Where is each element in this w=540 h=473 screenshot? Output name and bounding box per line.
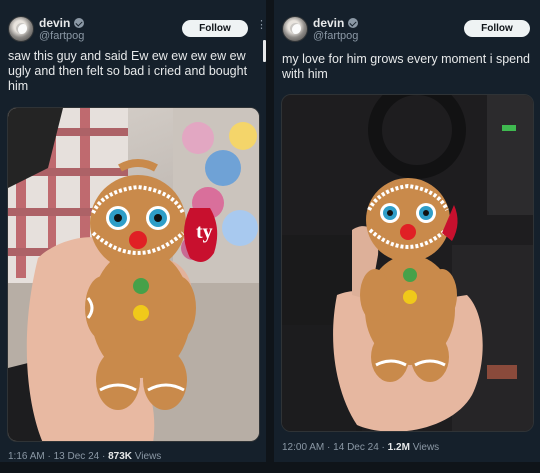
verified-badge-icon: [74, 18, 85, 28]
tweet-card-right[interactable]: devin @fartpog Follow ⋮ my love for him …: [274, 0, 540, 462]
tweet-card-left[interactable]: devin @fartpog Follow ⋮ saw this guy and…: [0, 0, 266, 462]
tweet-time[interactable]: 12:00 AM: [282, 442, 324, 453]
gingerbread-plush: [85, 159, 196, 410]
tweet-meta: 1:16 AM · 13 Dec 24 · 873K Views: [8, 451, 161, 462]
tweet-time[interactable]: 1:16 AM: [8, 451, 45, 462]
tweet-meta: 12:00 AM · 14 Dec 24 · 1.2M Views: [282, 442, 439, 453]
more-options-icon[interactable]: ⋮: [536, 20, 540, 31]
views-count: 873K: [108, 451, 133, 462]
views-label: Views: [412, 442, 440, 453]
tweet-header: devin @fartpog Follow ⋮: [8, 14, 266, 46]
tweet-date[interactable]: 14 Dec 24: [333, 442, 379, 453]
author-handle[interactable]: @fartpog: [39, 30, 84, 42]
author-name-row[interactable]: devin: [39, 16, 85, 30]
photo-gingerbread-plush-store: ty: [8, 108, 259, 441]
meta-separator: ·: [327, 442, 331, 453]
ty-tag-label: ty: [196, 221, 213, 243]
tweet-header: devin @fartpog Follow ⋮: [282, 14, 540, 46]
views-label: Views: [134, 451, 162, 462]
more-options-icon[interactable]: ⋮: [256, 20, 266, 31]
author-handle[interactable]: @fartpog: [313, 30, 358, 42]
photo-gingerbread-plush-car: [282, 95, 533, 431]
ty-tag-icon: ty: [184, 208, 218, 262]
column-divider: [266, 0, 274, 473]
author-name[interactable]: devin: [313, 16, 344, 30]
tweet-photo[interactable]: ty: [7, 107, 260, 442]
views-count: 1.2M: [387, 442, 410, 453]
author-name[interactable]: devin: [39, 16, 70, 30]
follow-button[interactable]: Follow: [464, 20, 530, 37]
meta-separator: ·: [101, 451, 106, 462]
meta-separator: ·: [47, 451, 51, 462]
tweet-text: saw this guy and said Ew ew ew ew ew ew …: [8, 49, 248, 93]
meta-separator: ·: [381, 442, 385, 453]
avatar[interactable]: [282, 16, 308, 42]
scrollbar[interactable]: [263, 40, 266, 62]
tweet-text: my love for him grows every moment i spe…: [282, 52, 531, 81]
verified-badge-icon: [348, 18, 359, 28]
follow-button[interactable]: Follow: [182, 20, 248, 37]
avatar[interactable]: [8, 16, 34, 42]
gingerbread-plush: [360, 178, 458, 382]
tweet-photo[interactable]: [281, 94, 534, 432]
tweet-date[interactable]: 13 Dec 24: [54, 451, 100, 462]
author-name-row[interactable]: devin: [313, 16, 359, 30]
